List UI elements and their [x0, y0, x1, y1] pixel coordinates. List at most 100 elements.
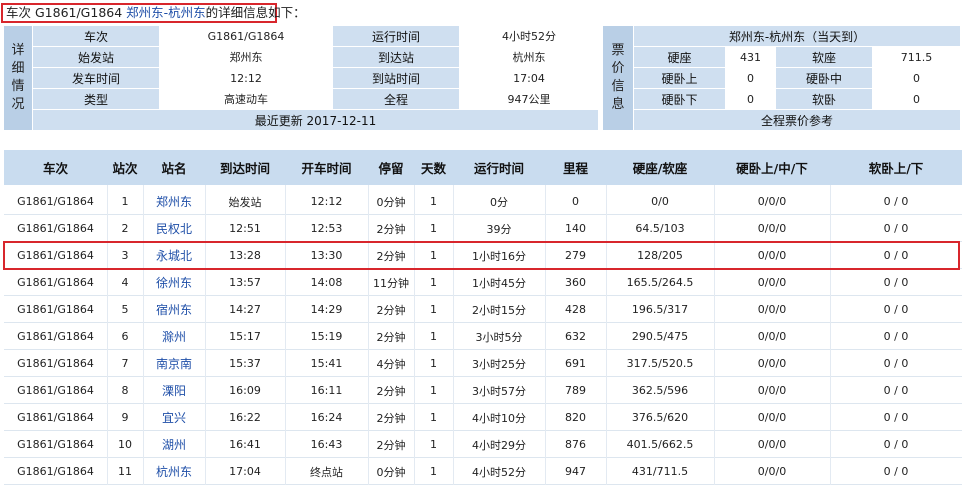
table-cell: 0/0/0: [757, 465, 787, 478]
detail-side-char: 细: [11, 61, 25, 76]
column-header[interactable]: 站次: [107, 150, 143, 185]
fare-value: 431: [726, 47, 776, 68]
table-cell: 0 / 0: [883, 465, 909, 478]
table-cell: 376.5/620: [631, 411, 689, 424]
detail-side-label: 详细情况: [4, 26, 33, 131]
fare-label: 软卧: [776, 89, 873, 110]
column-header[interactable]: 到达时间: [205, 150, 285, 185]
table-cell: 11: [118, 465, 132, 478]
table-row[interactable]: G1861/G1864 4 徐州东 13:57 14:08 11分钟 1 1小时45分 360 1…: [4, 269, 962, 296]
fare-route-title: 郑州东-杭州东（当天到）: [634, 26, 961, 47]
table-row[interactable]: G1861/G1864 5 宿州东 14:27 14:29 2分钟 1 2小时15分 428 19…: [4, 296, 962, 323]
column-header[interactable]: 天数: [414, 150, 453, 185]
table-row[interactable]: G1861/G1864 7 南京南 15:37 15:41 4分钟 1 3小时25分 691 31…: [4, 350, 962, 377]
station-link[interactable]: 宜兴: [143, 404, 205, 431]
route-link[interactable]: 郑州东-杭州东: [126, 5, 206, 20]
station-link[interactable]: 南京南: [143, 350, 205, 377]
column-header[interactable]: 硬卧上/中/下: [714, 150, 830, 185]
table-cell: 0 / 0: [883, 330, 909, 343]
table-row[interactable]: G1861/G1864 8 溧阳 16:09 16:11 2分钟 1 3小时57分 789 362…: [4, 377, 962, 404]
column-header[interactable]: 软卧上/下: [830, 150, 962, 185]
column-divider: [143, 185, 144, 485]
table-cell: 15:37: [229, 357, 261, 370]
table-cell: 196.5/317: [631, 303, 689, 316]
table-cell: 2分钟: [376, 330, 406, 344]
column-header[interactable]: 里程: [545, 150, 606, 185]
table-cell: 1: [430, 222, 437, 235]
table-cell: 1: [430, 303, 437, 316]
table-cell: 632: [565, 330, 586, 343]
table-row[interactable]: G1861/G1864 11 杭州东 17:04 终点站 0分钟 1 4小时52分 947 431…: [4, 458, 962, 485]
column-divider: [545, 185, 546, 485]
table-cell: 0 / 0: [883, 195, 909, 208]
table-cell: 0分钟: [376, 195, 406, 209]
table-cell: 1: [430, 465, 437, 478]
fare-value: 0: [873, 89, 961, 110]
table-cell: 0 / 0: [883, 276, 909, 289]
fare-label: 硬卧下: [634, 89, 726, 110]
table-cell: G1861/G1864: [17, 195, 94, 208]
table-cell: 140: [565, 222, 586, 235]
table-cell: 0/0/0: [757, 438, 787, 451]
table-cell: 820: [565, 411, 586, 424]
table-cell: 17:04: [229, 465, 261, 478]
station-link[interactable]: 溧阳: [143, 377, 205, 404]
column-header[interactable]: 站名: [143, 150, 205, 185]
table-cell: G1861/G1864: [17, 384, 94, 397]
table-cell: 16:24: [310, 411, 343, 424]
table-row[interactable]: G1861/G1864 9 宜兴 16:22 16:24 2分钟 1 4小时10分 820 376…: [4, 404, 962, 431]
fare-value: 0: [873, 68, 961, 89]
table-cell: 1小时45分: [472, 276, 526, 290]
table-cell: 13:57: [229, 276, 261, 289]
table-cell: 165.5/264.5: [626, 276, 694, 289]
fare-label: 硬座: [634, 47, 726, 68]
column-header[interactable]: 车次: [4, 150, 107, 185]
table-cell: 1: [430, 195, 437, 208]
detail-side-char: 详: [11, 43, 25, 58]
table-cell: 3小时25分: [472, 357, 526, 371]
column-divider: [453, 185, 454, 485]
column-header[interactable]: 开车时间: [285, 150, 368, 185]
detail-label: 始发站: [33, 47, 160, 68]
table-row[interactable]: G1861/G1864 6 滁州 15:17 15:19 2分钟 1 3小时5分 632 290.…: [4, 323, 962, 350]
table-cell: 9: [121, 411, 129, 424]
table-cell: 6: [121, 330, 129, 343]
station-link[interactable]: 滁州: [143, 323, 205, 350]
table-row[interactable]: G1861/G1864 1 郑州东 始发站 12:12 0分钟 1 0分 0 0/0 0/0/0 0 …: [4, 188, 962, 215]
detail-label: 发车时间: [33, 68, 160, 89]
fare-label: 软座: [776, 47, 873, 68]
fare-reference: 全程票价参考: [634, 110, 961, 131]
table-cell: 0/0/0: [757, 357, 787, 370]
station-link[interactable]: 民权北: [143, 215, 205, 242]
table-cell: 428: [565, 303, 586, 316]
table-cell: 2小时15分: [472, 303, 526, 317]
table-cell: 362.5/596: [631, 384, 689, 397]
table-cell: G1861/G1864: [17, 303, 94, 316]
table-cell: 10: [118, 438, 132, 451]
column-header[interactable]: 停留: [368, 150, 414, 185]
table-cell: 3小时57分: [472, 384, 526, 398]
detail-label: 到达站: [333, 47, 460, 68]
table-cell: 789: [565, 384, 586, 397]
table-row[interactable]: G1861/G1864 10 湖州 16:41 16:43 2分钟 1 4小时29分 876 40…: [4, 431, 962, 458]
table-cell: 16:22: [229, 411, 261, 424]
table-cell: 947: [565, 465, 586, 478]
table-cell: 1: [430, 357, 437, 370]
column-divider: [830, 185, 831, 485]
table-cell: 0/0: [651, 195, 669, 208]
column-header[interactable]: 硬座/软座: [606, 150, 714, 185]
station-link[interactable]: 湖州: [143, 431, 205, 458]
station-link[interactable]: 徐州东: [143, 269, 205, 296]
table-cell: 16:41: [229, 438, 261, 451]
table-cell: 691: [565, 357, 586, 370]
station-link[interactable]: 郑州东: [143, 188, 205, 215]
detail-label: 车次: [33, 26, 160, 47]
table-cell: 2: [121, 222, 129, 235]
table-row[interactable]: G1861/G1864 2 民权北 12:51 12:53 2分钟 1 39分 140 64.5/…: [4, 215, 962, 242]
detail-label: 类型: [33, 89, 160, 110]
table-cell: 0: [572, 195, 579, 208]
table-cell: 0 / 0: [883, 438, 909, 451]
column-header[interactable]: 运行时间: [453, 150, 545, 185]
station-link[interactable]: 杭州东: [143, 458, 205, 485]
station-link[interactable]: 宿州东: [143, 296, 205, 323]
